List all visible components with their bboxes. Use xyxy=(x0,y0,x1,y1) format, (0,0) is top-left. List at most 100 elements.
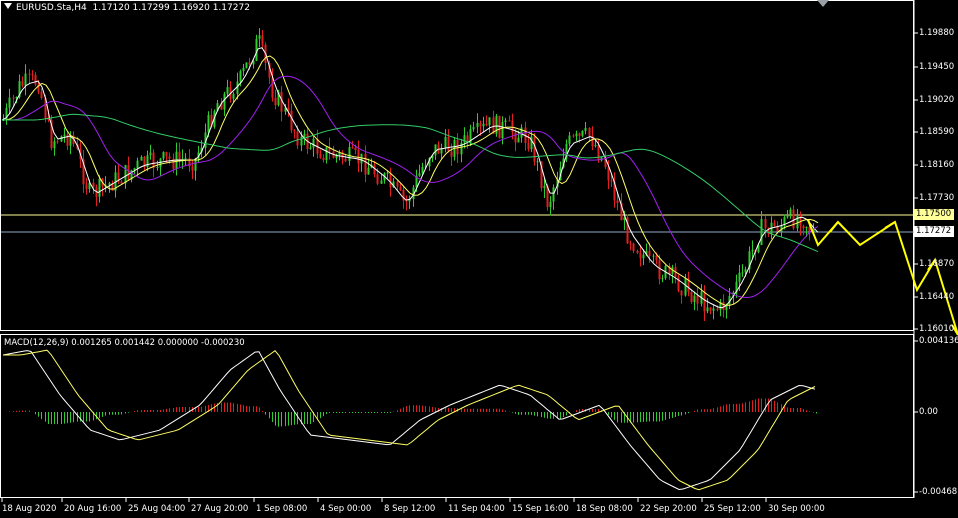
candle-body xyxy=(764,218,767,229)
candle-body xyxy=(140,156,143,161)
candle-body xyxy=(354,147,357,151)
candle-body xyxy=(488,117,491,126)
candle-body xyxy=(152,152,155,169)
candle-body xyxy=(690,291,693,303)
candle-body xyxy=(741,272,744,274)
candle-body xyxy=(274,97,277,106)
candle-body xyxy=(712,308,715,311)
ma-mid-line xyxy=(2,55,819,306)
time-label: 18 Sep 08:00 xyxy=(576,504,633,514)
candle-body xyxy=(639,252,642,259)
candle-body xyxy=(607,167,610,181)
candle-body xyxy=(597,145,600,161)
candle-body xyxy=(364,153,367,175)
candle-body xyxy=(367,167,370,175)
candle-body xyxy=(156,167,159,169)
chart-shift-marker-icon[interactable] xyxy=(817,0,829,7)
candle-body xyxy=(680,290,683,296)
candle-body xyxy=(261,35,264,45)
candle-body xyxy=(482,123,485,127)
candle-body xyxy=(693,295,696,303)
candle-body xyxy=(527,142,530,150)
candle-body xyxy=(789,209,792,217)
time-label: 11 Sep 04:00 xyxy=(448,504,505,514)
candle-body xyxy=(293,130,296,132)
candle-body xyxy=(418,173,421,176)
candle-body xyxy=(738,272,741,282)
macd-lines-layer xyxy=(2,349,816,491)
candle-body xyxy=(380,180,383,184)
candle-body xyxy=(421,167,424,174)
projection-zigzag xyxy=(807,219,958,336)
candle-body xyxy=(773,222,776,227)
candle-body xyxy=(127,165,130,180)
candle-body xyxy=(648,250,651,257)
symbol-label: EURUSD.Sta,H4 xyxy=(16,3,87,13)
candle-body xyxy=(319,153,322,158)
chart-header: EURUSD.Sta,H4 1.17120 1.17299 1.16920 1.… xyxy=(4,3,250,13)
candle-body xyxy=(232,93,235,99)
time-label: 15 Sep 16:00 xyxy=(512,504,569,514)
candle-body xyxy=(716,308,719,310)
candle-body xyxy=(300,136,303,146)
candle-body xyxy=(162,151,165,159)
price-label: 1.17730 xyxy=(919,193,955,203)
candle-body xyxy=(239,71,242,82)
candle-body xyxy=(136,160,139,169)
candle-body xyxy=(53,141,56,149)
candle-body xyxy=(108,183,111,185)
candle-body xyxy=(581,131,584,136)
candle-body xyxy=(351,147,354,149)
candle-body xyxy=(165,151,168,157)
candle-body xyxy=(303,133,306,137)
candle-body xyxy=(242,67,245,72)
candle-body xyxy=(652,255,655,257)
candle-body xyxy=(508,120,511,122)
time-label: 8 Sep 12:00 xyxy=(384,504,436,514)
price-axis-ticks xyxy=(914,32,918,493)
macd-line xyxy=(2,350,816,491)
candle-body xyxy=(184,158,187,160)
dropdown-triangle-icon[interactable] xyxy=(4,3,12,9)
candle-body xyxy=(632,243,635,251)
chart-canvas[interactable] xyxy=(0,0,958,518)
time-label: 1 Sep 08:00 xyxy=(256,504,308,514)
candle-body xyxy=(533,136,536,162)
price-label: 1.19880 xyxy=(919,28,955,38)
candle-body xyxy=(40,91,43,99)
candle-body xyxy=(744,269,747,273)
candle-body xyxy=(56,141,59,143)
candle-body xyxy=(21,81,24,86)
price-label: 1.18590 xyxy=(919,127,955,137)
candle-body xyxy=(802,225,805,229)
candle-body xyxy=(28,73,31,75)
macd-title: MACD(12,26,9) 0.001265 0.001442 0.000000… xyxy=(4,338,245,348)
moving-averages-layer xyxy=(1,47,819,309)
candle-body xyxy=(504,120,507,123)
candle-body xyxy=(63,134,66,137)
time-label: 20 Aug 16:00 xyxy=(64,504,122,514)
candle-body xyxy=(578,133,581,136)
candle-body xyxy=(642,254,645,259)
candle-body xyxy=(805,227,808,229)
ask-price-tag: 1.17500 xyxy=(914,209,954,220)
candle-body xyxy=(149,152,152,156)
candle-body xyxy=(344,158,347,162)
candle-body xyxy=(146,155,149,168)
candle-body xyxy=(309,147,312,149)
candle-body xyxy=(552,187,555,202)
candle-body xyxy=(168,156,171,159)
macd-axis-label: 0.004136 xyxy=(919,336,958,346)
candle-body xyxy=(636,250,639,253)
candle-body xyxy=(399,186,402,190)
candle-body xyxy=(34,74,37,85)
candle-body xyxy=(549,201,552,208)
candle-body xyxy=(245,62,248,68)
candle-body xyxy=(12,97,15,99)
candle-body xyxy=(85,184,88,190)
candle-body xyxy=(47,119,50,121)
ma-slow-line xyxy=(2,75,819,299)
candle-body xyxy=(568,135,571,144)
candle-body xyxy=(296,131,299,146)
candle-body xyxy=(629,243,632,245)
